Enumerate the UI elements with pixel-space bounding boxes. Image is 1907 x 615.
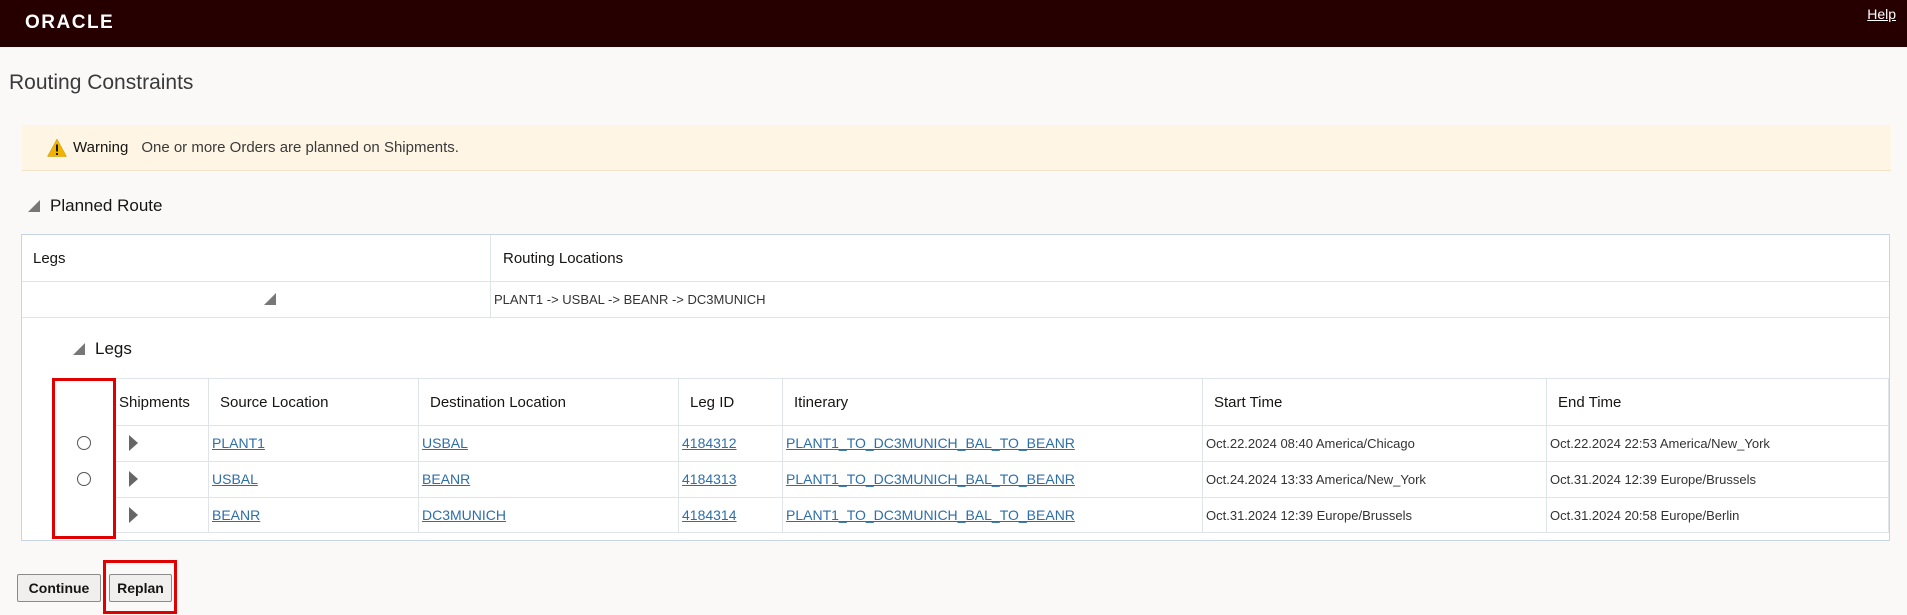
warning-message: One or more Orders are planned on Shipme…	[141, 139, 459, 156]
column-header-legs: Legs	[33, 249, 66, 267]
expand-arrow-icon[interactable]	[129, 435, 138, 451]
leg-id-cell: 4184312	[678, 425, 782, 461]
destination-location-link[interactable]: BEANR	[422, 471, 470, 487]
leg-id-cell: 4184314	[678, 497, 782, 533]
start-time-cell: Oct.31.2024 12:39 Europe/Brussels	[1202, 497, 1546, 533]
legs-cell	[22, 281, 490, 317]
source-location-cell: PLANT1	[208, 425, 418, 461]
column-header-leg-id: Leg ID	[678, 379, 782, 425]
destination-location-link[interactable]: DC3MUNICH	[422, 507, 506, 523]
destination-location-cell: BEANR	[418, 461, 678, 497]
legs-section-title: Legs	[95, 339, 132, 358]
leg-id-cell: 4184313	[678, 461, 782, 497]
warning-label: Warning	[73, 139, 129, 156]
disclosure-triangle-icon[interactable]	[264, 293, 276, 305]
shipments-expand-cell[interactable]	[129, 461, 138, 497]
top-bar: ORACLE Help	[0, 0, 1907, 47]
column-header-destination-location: Destination Location	[418, 379, 678, 425]
source-location-link[interactable]: USBAL	[212, 471, 258, 487]
leg-id-link[interactable]: 4184314	[682, 507, 737, 523]
legs-table-header: Shipments Source Location Destination Lo…	[96, 379, 1888, 426]
column-header-start-time: Start Time	[1202, 379, 1546, 425]
itinerary-cell: PLANT1_TO_DC3MUNICH_BAL_TO_BEANR	[782, 461, 1202, 497]
row-selector-column	[52, 378, 116, 539]
column-header-routing-locations: Routing Locations	[490, 235, 623, 281]
end-time-cell: Oct.31.2024 20:58 Europe/Berlin	[1546, 497, 1888, 533]
routing-locations-cell: PLANT1 -> USBAL -> BEANR -> DC3MUNICH	[490, 281, 766, 317]
column-header-shipments: Shipments	[119, 393, 190, 411]
source-location-link[interactable]: BEANR	[212, 507, 260, 523]
warning-banner: Warning One or more Orders are planned o…	[22, 125, 1891, 171]
destination-location-link[interactable]: USBAL	[422, 435, 468, 451]
warning-icon	[47, 137, 67, 157]
shipments-expand-cell[interactable]	[129, 425, 138, 461]
legs-table: Shipments Source Location Destination Lo…	[95, 378, 1889, 533]
destination-location-cell: USBAL	[418, 425, 678, 461]
table-row[interactable]: PLANT1 -> USBAL -> BEANR -> DC3MUNICH	[22, 281, 1889, 318]
start-time-cell: Oct.22.2024 08:40 America/Chicago	[1202, 425, 1546, 461]
expand-arrow-icon[interactable]	[129, 507, 138, 523]
shipments-expand-cell[interactable]	[129, 497, 138, 533]
end-time-cell: Oct.22.2024 22:53 America/New_York	[1546, 425, 1888, 461]
column-header-source-location: Source Location	[208, 379, 418, 425]
planned-route-table-header: Legs Routing Locations	[22, 235, 1889, 282]
start-time-cell: Oct.24.2024 13:33 America/New_York	[1202, 461, 1546, 497]
row-select-radio[interactable]	[77, 436, 91, 450]
disclosure-triangle-icon[interactable]	[28, 200, 40, 212]
table-row[interactable]: BEANR DC3MUNICH 4184314 PLANT1_TO_DC3MUN…	[96, 497, 1888, 533]
source-location-link[interactable]: PLANT1	[212, 435, 265, 451]
column-header-end-time: End Time	[1546, 379, 1888, 425]
legs-section-header[interactable]: Legs	[73, 339, 132, 359]
leg-id-link[interactable]: 4184313	[682, 471, 737, 487]
source-location-cell: USBAL	[208, 461, 418, 497]
table-row[interactable]: USBAL BEANR 4184313 PLANT1_TO_DC3MUNICH_…	[96, 461, 1888, 498]
source-location-cell: BEANR	[208, 497, 418, 533]
table-row[interactable]: PLANT1 USBAL 4184312 PLANT1_TO_DC3MUNICH…	[96, 425, 1888, 462]
replan-button[interactable]: Replan	[109, 574, 172, 602]
itinerary-link[interactable]: PLANT1_TO_DC3MUNICH_BAL_TO_BEANR	[786, 471, 1075, 487]
continue-button[interactable]: Continue	[17, 574, 101, 602]
row-select-radio[interactable]	[77, 472, 91, 486]
oracle-logo: ORACLE	[25, 12, 115, 33]
itinerary-cell: PLANT1_TO_DC3MUNICH_BAL_TO_BEANR	[782, 425, 1202, 461]
itinerary-cell: PLANT1_TO_DC3MUNICH_BAL_TO_BEANR	[782, 497, 1202, 533]
disclosure-triangle-icon[interactable]	[73, 343, 85, 355]
leg-id-link[interactable]: 4184312	[682, 435, 737, 451]
end-time-cell: Oct.31.2024 12:39 Europe/Brussels	[1546, 461, 1888, 497]
planned-route-header[interactable]: Planned Route	[28, 196, 162, 216]
page-title: Routing Constraints	[9, 71, 194, 94]
itinerary-link[interactable]: PLANT1_TO_DC3MUNICH_BAL_TO_BEANR	[786, 507, 1075, 523]
column-header-itinerary: Itinerary	[782, 379, 1202, 425]
help-link[interactable]: Help	[1867, 6, 1896, 22]
planned-route-title: Planned Route	[50, 196, 163, 215]
expand-arrow-icon[interactable]	[129, 471, 138, 487]
itinerary-link[interactable]: PLANT1_TO_DC3MUNICH_BAL_TO_BEANR	[786, 435, 1075, 451]
destination-location-cell: DC3MUNICH	[418, 497, 678, 533]
